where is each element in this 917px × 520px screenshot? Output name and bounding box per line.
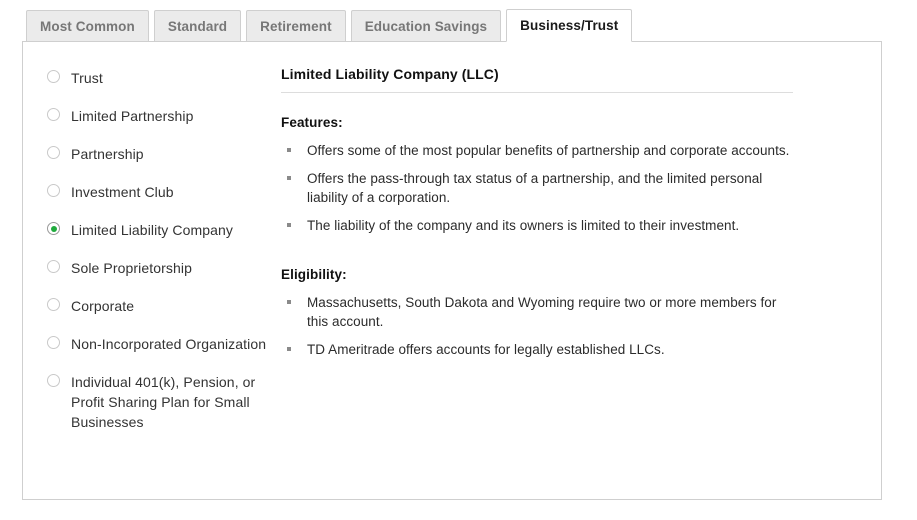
tab-label: Business/Trust — [520, 18, 619, 33]
list-item-text: Massachusetts, South Dakota and Wyoming … — [307, 295, 777, 329]
radio-button-icon[interactable] — [47, 146, 60, 159]
account-type-label: Partnership — [71, 146, 144, 162]
tab-education-savings[interactable]: Education Savings — [350, 10, 502, 42]
features-heading: Features: — [281, 115, 343, 130]
account-type-label: Investment Club — [71, 184, 174, 200]
tab-business-trust[interactable]: Business/Trust — [506, 9, 633, 42]
list-item-text: TD Ameritrade offers accounts for legall… — [307, 342, 665, 357]
radio-button-icon[interactable] — [47, 260, 60, 273]
title-divider — [281, 92, 793, 93]
eligibility-heading: Eligibility: — [281, 267, 347, 282]
radio-button-icon[interactable] — [47, 184, 60, 197]
tab-label: Education Savings — [364, 18, 488, 34]
list-item: Offers some of the most popular benefits… — [281, 141, 797, 160]
tab-retirement[interactable]: Retirement — [246, 10, 346, 42]
account-type-radio-group[interactable]: Trust Limited Partnership Partnership Inves… — [47, 68, 287, 432]
account-type-option[interactable]: Investment Club — [47, 182, 287, 202]
bullet-icon — [287, 347, 291, 351]
list-item-text: Offers the pass-through tax status of a … — [307, 171, 763, 205]
list-item: TD Ameritrade offers accounts for legall… — [281, 340, 797, 359]
account-type-selector: Most Common Standard Retirement Education S… — [0, 0, 917, 520]
radio-button-icon[interactable] — [47, 336, 60, 349]
list-item: Massachusetts, South Dakota and Wyoming … — [281, 293, 797, 331]
account-detail-pane: Limited Liability Company (LLC) Features… — [281, 66, 797, 379]
radio-button-selected-icon[interactable] — [47, 222, 60, 235]
radio-button-icon[interactable] — [47, 298, 60, 311]
list-item: The liability of the company and its own… — [281, 216, 797, 235]
account-type-label: Limited Liability Company — [71, 222, 234, 238]
bullet-icon — [287, 176, 291, 180]
account-type-option[interactable]: Trust — [47, 68, 287, 88]
radio-button-icon[interactable] — [47, 108, 60, 121]
tab-label: Standard — [167, 18, 228, 34]
account-type-label: Limited Partnership — [71, 108, 194, 124]
detail-title: Limited Liability Company (LLC) — [281, 66, 499, 82]
tab-label: Retirement — [260, 18, 332, 34]
list-item: Offers the pass-through tax status of a … — [281, 169, 797, 207]
tab-label: Most Common — [40, 18, 135, 34]
account-type-label: Non-Incorporated Organization — [71, 336, 267, 352]
list-item-text: Offers some of the most popular benefits… — [307, 143, 790, 158]
eligibility-list: Massachusetts, South Dakota and Wyoming … — [281, 293, 797, 359]
radio-button-icon[interactable] — [47, 70, 60, 83]
account-type-option[interactable]: Limited Partnership — [47, 106, 287, 126]
list-item-text: The liability of the company and its own… — [307, 218, 740, 233]
account-type-label: Individual 401(k), Pension, or Profit Sh… — [71, 374, 256, 430]
tab-bar: Most Common Standard Retirement Education S… — [26, 9, 637, 42]
features-list: Offers some of the most popular benefits… — [281, 141, 797, 235]
bullet-icon — [287, 223, 291, 227]
radio-button-icon[interactable] — [47, 374, 60, 387]
account-type-option[interactable]: Limited Liability Company — [47, 220, 287, 240]
bullet-icon — [287, 300, 291, 304]
tab-most-common[interactable]: Most Common — [26, 10, 149, 42]
account-type-label: Trust — [71, 70, 103, 86]
bullet-icon — [287, 148, 291, 152]
account-type-option[interactable]: Individual 401(k), Pension, or Profit Sh… — [47, 372, 287, 432]
active-tab-notch — [507, 40, 632, 43]
account-type-option[interactable]: Corporate — [47, 296, 287, 316]
account-type-option[interactable]: Partnership — [47, 144, 287, 164]
account-type-option[interactable]: Sole Proprietorship — [47, 258, 287, 278]
tab-panel: Trust Limited Partnership Partnership Inves… — [22, 41, 882, 500]
account-type-label: Sole Proprietorship — [71, 260, 192, 276]
tab-standard[interactable]: Standard — [153, 10, 242, 42]
account-type-label: Corporate — [71, 298, 135, 314]
account-type-option[interactable]: Non-Incorporated Organization — [47, 334, 287, 354]
